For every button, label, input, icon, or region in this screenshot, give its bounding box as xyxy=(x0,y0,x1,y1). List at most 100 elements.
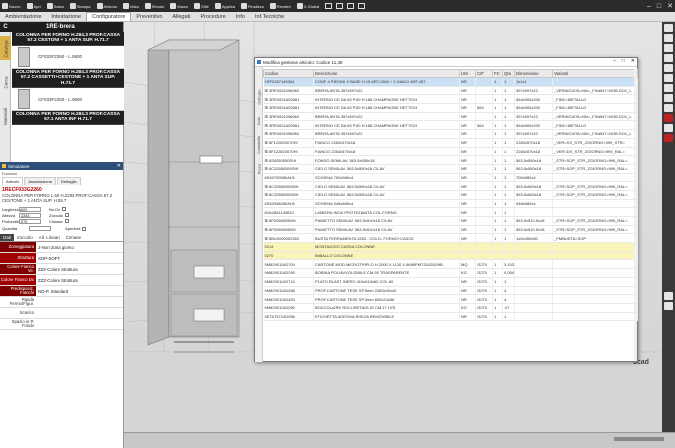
property-value[interactable]: SOP-SOFT xyxy=(36,256,60,261)
toolbar-item-10[interactable]: Finalizza xyxy=(239,3,264,9)
toolbar-item-11[interactable]: Renderi xyxy=(268,3,291,9)
dialog-side-tab-0[interactable]: Dettaglio xyxy=(255,87,263,107)
properties-tab-0[interactable]: Dati xyxy=(0,234,15,241)
table-row[interactable]: ⊞ 8S0050550SHI FONDO SEMILAV. 563.5x550x1… xyxy=(263,155,638,165)
c-tool-icon[interactable] xyxy=(664,114,673,122)
apertura-checkbox[interactable] xyxy=(82,226,87,231)
toolbar-extra-icon[interactable] xyxy=(358,3,366,9)
property-row[interactable]: Colore Fianco Ve. ZZZ-Colore Struttura xyxy=(0,264,123,275)
cabinet-3d[interactable] xyxy=(147,39,240,353)
tab-6[interactable]: Info xyxy=(231,13,250,21)
properties-tab-3[interactable]: Cimase xyxy=(63,234,84,241)
column-header[interactable]: Descrizione xyxy=(313,69,460,78)
table-row[interactable]: ⊞ 8P20560055HI PIANETTO SEMILAV. 563.5x51… xyxy=(263,216,638,226)
horizontal-scrollbar[interactable] xyxy=(614,437,664,441)
dimension-input[interactable]: 2283 xyxy=(19,212,41,218)
toolbar-extra-icon[interactable] xyxy=(325,3,333,9)
tab-5[interactable]: Procedure xyxy=(195,13,230,21)
table-row[interactable]: ⊞ 8P20560055HI PIANETTO SEMILAV. 563.5x51… xyxy=(263,225,638,235)
property-row[interactable]: Spazio in P. Fondo xyxy=(0,319,123,330)
property-value[interactable]: 2-Non Zona giorno xyxy=(36,245,74,250)
toolbar-item-2[interactable]: Salva xyxy=(45,3,64,9)
minimize-icon[interactable]: – xyxy=(613,58,616,64)
toolbar-item-7[interactable]: Muovi xyxy=(168,3,188,9)
maximize-icon[interactable]: □ xyxy=(657,3,661,10)
table-row[interactable]: ⊞ 3RE0001096060 BRERA ANTA 357x597x22 NR 1 1… xyxy=(263,86,638,96)
properties-subtab-0[interactable]: Articolo xyxy=(2,177,24,185)
dialog-side-tab-2[interactable]: Contabilità xyxy=(255,135,263,155)
table-row[interactable]: 9M8290114D453 PROF.CARTONE TESE SP.3mm 60… xyxy=(263,294,638,304)
table-row[interactable]: 6S40700580AH1 SCHIENA 700x580x4 NR 1 1 700x58… xyxy=(263,173,638,183)
view-icon[interactable] xyxy=(664,104,673,112)
property-value[interactable]: NO-P. Standard xyxy=(36,289,68,294)
toolbar-item-1[interactable]: Apri xyxy=(25,3,41,9)
toolbar-extra-icon[interactable] xyxy=(347,3,355,9)
p-tool-icon[interactable] xyxy=(664,134,673,142)
property-row[interactable]: Predisposiz. Fianchi NO-P. Standard xyxy=(0,286,123,297)
dimension-input[interactable]: 575 xyxy=(19,218,41,224)
table-row[interactable]: ⊞ 3RE0001096060 BRERA ANTA 357x597x22 NR 1 1… xyxy=(263,129,638,139)
print-icon[interactable] xyxy=(664,302,673,310)
column-header[interactable]: Dimensione xyxy=(514,69,553,78)
rotate-icon[interactable] xyxy=(664,64,673,72)
toolbar-item-12[interactable]: X-Global xyxy=(295,3,319,9)
catalog-side-tab-0[interactable]: Catalogo xyxy=(0,36,11,60)
properties-subtab-2[interactable]: Dettaglio xyxy=(56,177,81,185)
table-row[interactable]: ⊞ 3RE0001A00561 INTERNO CE DA 60 P.50 H.1… xyxy=(263,103,638,113)
toolbar-item-8[interactable]: Stile xyxy=(192,3,209,9)
toolbar-item-5[interactable]: Vista xyxy=(121,3,139,9)
column-header[interactable]: UM xyxy=(459,69,476,78)
table-row[interactable]: ⊞ 8BU0000092263 BUSTA FERRAMENTA 2283 - C… xyxy=(263,233,638,244)
catalog-item-title[interactable]: COLONNA PER FORNO H.284.3 PROF.CASSA 57.… xyxy=(12,68,124,89)
tab-3[interactable]: Preventivo xyxy=(131,13,167,21)
property-value[interactable]: ZZZ-Colore Struttura xyxy=(36,278,78,283)
table-row[interactable]: 0270 IMBALLO COLONNE xyxy=(263,251,638,261)
property-row[interactable]: Colore Fianco Dx ZZZ-Colore Struttura xyxy=(0,275,123,286)
tab-4[interactable]: Allegati xyxy=(167,13,195,21)
dimension-checkbox[interactable] xyxy=(62,207,67,211)
column-header[interactable]: FC xyxy=(492,69,503,78)
property-row[interactable]: Struttura SOP-SOFT xyxy=(0,253,123,264)
table-row[interactable]: 9M8290114D290 BOBINA POLIAVVOLGIBILE CM.5… xyxy=(263,268,638,278)
toolbar-item-9[interactable]: Applica xyxy=(213,3,235,9)
tab-2[interactable]: Configuratore xyxy=(86,12,132,21)
column-header[interactable]: C/F xyxy=(475,69,493,78)
quantity-input[interactable] xyxy=(29,226,52,231)
table-row[interactable]: 6S40948080AH1 SCHIENA 948x680x4 NR 1 1 948x68… xyxy=(263,199,638,209)
property-row[interactable]: Scarico xyxy=(0,308,123,319)
table-row[interactable]: ⊞ 3RE0001A00561 INTERNO CE DA 60 P.50 H.1… xyxy=(263,120,638,131)
table-row[interactable]: ⊞ 8C20560550SHI CIELO SEMILAV. 563.5x550x… xyxy=(263,181,638,191)
properties-menu[interactable]: Funzioni xyxy=(0,170,123,177)
dimension-checkbox[interactable] xyxy=(64,219,69,223)
table-row[interactable]: 9M8290114D090 BOCCOLA/RE ROLL/RETAGLIO CM… xyxy=(263,303,638,313)
layers-icon[interactable] xyxy=(664,124,673,132)
table-row[interactable]: ⊞ 3RE0001A00561 INTERNO CE DA 60 P.50 H.1… xyxy=(263,94,638,105)
property-value[interactable]: ZZZ-Colore Struttura xyxy=(36,267,78,272)
property-row[interactable]: Ripida Fermo/Figur. xyxy=(0,297,123,308)
table-row[interactable]: 9M8290114D485 PROF.CARTONE TESE SP.5mm 22… xyxy=(263,286,638,296)
help-icon[interactable]: ? xyxy=(668,1,671,7)
tab-0[interactable]: Ambientazione xyxy=(0,13,46,21)
table-row[interactable]: 9ETA75714D056 ETICHETTA ADESIVA RISCIA RE… xyxy=(263,312,638,322)
redo-icon[interactable] xyxy=(664,34,673,42)
table-row[interactable]: 9M8290114D700 CARTONE MOD.MICROTRIPLO H.2… xyxy=(263,259,638,270)
table-row[interactable]: 8VA2881140810 LAMIERA INOX PROTEZIANTA CO… xyxy=(263,207,638,217)
tab-7[interactable]: Inf.Tecniche xyxy=(250,13,289,21)
column-header[interactable]: Codice xyxy=(263,69,314,78)
catalog-item-title[interactable]: COLONNA PER FORNO H.284.3 PROF.CASSA 57.… xyxy=(12,111,124,125)
measure-icon[interactable] xyxy=(664,74,673,82)
zoom-icon[interactable] xyxy=(664,44,673,52)
catalog-side-tab-2[interactable]: Materiali xyxy=(0,104,11,128)
table-row[interactable]: 9M8290114D710 PLATO RLAST INERO 410x610x6… xyxy=(263,277,638,287)
tab-1[interactable]: Intestazione xyxy=(46,13,86,21)
toolbar-item-6[interactable]: Sfondo xyxy=(143,3,164,9)
maximize-icon[interactable]: □ xyxy=(622,58,625,64)
dialog-side-tab-1[interactable]: Nota xyxy=(255,111,263,131)
catalog-item-thumb[interactable]: CF033F2260 - L.0600 xyxy=(12,88,124,112)
catalog-item-thumb[interactable]: CF033F2260 - L.0600 xyxy=(12,45,124,69)
catalog-side-tab-1[interactable]: Cerca xyxy=(0,70,11,94)
toolbar-item-0[interactable]: Nuovo xyxy=(0,3,21,9)
close-icon[interactable]: ✕ xyxy=(631,58,635,64)
table-row[interactable]: ⊞ 8F122820070HI FIANCO 2283x570x18 NR 1 1 228… xyxy=(263,138,638,148)
column-header[interactable]: Varianti xyxy=(552,69,638,78)
